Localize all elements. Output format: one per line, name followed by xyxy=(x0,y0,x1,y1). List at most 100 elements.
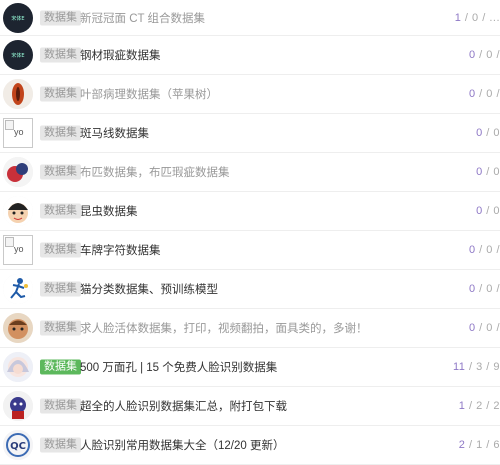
topic-row[interactable]: 宋体E 数据集 新冠冠面 CT 组合数据集 1 / 0 / ... xyxy=(0,0,500,36)
stat-sep2: / xyxy=(486,400,490,412)
topic-stats: 0 / 0 xyxy=(476,127,500,139)
topic-title-link[interactable]: 人脸识别常用数据集大全（12/20 更新） xyxy=(80,437,284,453)
stat-sep1: / xyxy=(486,127,490,139)
stat-replies: 0 xyxy=(486,283,493,295)
category-tag[interactable]: 数据集 xyxy=(40,47,81,63)
topic-row[interactable]: QC 数据集 人脸识别常用数据集大全（12/20 更新） 2 / 1 / 6 xyxy=(0,426,500,465)
topic-row[interactable]: 数据集 叶部病理数据集（苹果树） 0 / 0 / xyxy=(0,75,500,114)
topic-title-link[interactable]: 超全的人脸识别数据集汇总，附打包下载 xyxy=(80,398,287,414)
topic-title-link[interactable]: 叶部病理数据集（苹果树） xyxy=(80,86,218,102)
avatar[interactable] xyxy=(3,313,33,343)
topic-row[interactable]: 数据集 求人脸活体数据集，打印，视频翻拍，面具类的，多谢！ 0 / 0 / xyxy=(0,309,500,348)
avatar[interactable]: yo xyxy=(3,235,33,265)
stat-views: 0 xyxy=(476,166,483,178)
topic-stats: 1 / 0 / ... xyxy=(455,12,500,24)
stat-sep2: / xyxy=(486,361,490,373)
stat-extra: 2 xyxy=(493,400,500,412)
stat-views: 11 xyxy=(452,361,466,373)
topic-row[interactable]: 数据集 布匹数据集，布匹瑕疵数据集 0 / 0 xyxy=(0,153,500,192)
category-tag[interactable]: 数据集 xyxy=(40,359,81,375)
topic-title-link[interactable]: 求人脸活体数据集，打印，视频翻拍，面具类的，多谢！ xyxy=(80,320,368,336)
stat-views: 0 xyxy=(468,244,476,256)
stat-views: 1 xyxy=(458,400,466,412)
avatar[interactable] xyxy=(3,79,33,109)
category-tag[interactable]: 数据集 xyxy=(40,398,81,414)
stat-views: 1 xyxy=(454,11,462,24)
avatar-alt-text: yo xyxy=(14,244,24,254)
topic-title-link[interactable]: 500 万面孔 | 15 个免费人脸识别数据集 xyxy=(80,359,277,375)
topic-title-link[interactable]: 斑马线数据集 xyxy=(80,125,149,141)
category-tag[interactable]: 数据集 xyxy=(40,437,81,453)
stat-sep1: / xyxy=(479,283,483,295)
stat-replies: 3 xyxy=(476,361,483,373)
stat-sep2: / xyxy=(496,322,500,334)
stat-replies: 0 xyxy=(472,11,479,24)
stat-sep1: / xyxy=(486,205,490,217)
avatar[interactable]: 宋体E xyxy=(3,40,33,70)
stat-replies: 0 xyxy=(486,49,493,61)
stat-extra: 6 xyxy=(493,439,500,451)
avatar[interactable]: 宋体E xyxy=(3,2,33,33)
stat-views: 0 xyxy=(476,205,483,217)
broken-image-icon xyxy=(5,120,14,130)
topic-stats: 0 / 0 / xyxy=(469,322,500,334)
stat-replies: 0 xyxy=(486,88,493,100)
stat-views: 0 xyxy=(468,283,476,295)
category-tag[interactable]: 数据集 xyxy=(40,281,81,297)
avatar[interactable] xyxy=(3,352,33,382)
svg-text:宋体E: 宋体E xyxy=(11,15,24,22)
topic-title-link[interactable]: 钢材瑕疵数据集 xyxy=(80,47,161,63)
category-tag[interactable]: 数据集 xyxy=(40,125,81,141)
stat-sep1: / xyxy=(479,322,483,334)
stat-views: 0 xyxy=(468,322,476,334)
topic-row[interactable]: yo 数据集 车牌字符数据集 0 / 0 / xyxy=(0,231,500,270)
topic-row[interactable]: yo 数据集 斑马线数据集 0 / 0 xyxy=(0,114,500,153)
topic-title-link[interactable]: 猫分类数据集、预训练模型 xyxy=(80,281,218,297)
stat-extra: 9 xyxy=(493,361,500,373)
stat-sep2: / xyxy=(486,439,490,451)
avatar[interactable] xyxy=(3,157,33,187)
topic-row[interactable]: 宋体E 数据集 钢材瑕疵数据集 0 / 0 / xyxy=(0,36,500,75)
avatar[interactable] xyxy=(3,196,33,226)
topic-list: 宋体E 数据集 新冠冠面 CT 组合数据集 1 / 0 / ... 宋体E 数据集 钢材瑕… xyxy=(0,0,500,465)
topic-stats: 0 / 0 xyxy=(476,166,500,178)
topic-title-link[interactable]: 布匹数据集，布匹瑕疵数据集 xyxy=(80,164,230,180)
topic-row[interactable]: 数据集 猫分类数据集、预训练模型 0 / 0 / xyxy=(0,270,500,309)
category-tag[interactable]: 数据集 xyxy=(40,164,81,180)
broken-image-icon xyxy=(5,237,14,247)
stat-sep2: / xyxy=(496,49,500,61)
topic-row[interactable]: 数据集 500 万面孔 | 15 个免费人脸识别数据集 11 / 3 / 9 xyxy=(0,348,500,387)
topic-title-link[interactable]: 昆虫数据集 xyxy=(80,203,138,219)
category-tag[interactable]: 数据集 xyxy=(40,86,81,102)
topic-stats: 1 / 2 / 2 xyxy=(459,400,500,412)
topic-stats: 0 / 0 / xyxy=(469,49,500,61)
category-tag[interactable]: 数据集 xyxy=(40,10,81,25)
stat-sep1: / xyxy=(468,361,473,373)
avatar[interactable]: QC xyxy=(3,430,33,460)
topic-row[interactable]: 数据集 超全的人脸识别数据集汇总，附打包下载 1 / 2 / 2 xyxy=(0,387,500,426)
svg-text:宋体E: 宋体E xyxy=(11,52,24,59)
stat-replies: 0 xyxy=(486,244,493,256)
topic-title-link[interactable]: 新冠冠面 CT 组合数据集 xyxy=(80,10,205,26)
topic-stats: 0 / 0 / xyxy=(469,88,500,100)
stat-sep2: / xyxy=(496,88,500,100)
stat-sep1: / xyxy=(486,166,490,178)
topic-stats: 0 / 0 / xyxy=(469,283,500,295)
category-tag[interactable]: 数据集 xyxy=(40,203,81,219)
stat-sep1: / xyxy=(468,400,473,412)
category-tag[interactable]: 数据集 xyxy=(40,242,81,258)
avatar[interactable] xyxy=(3,274,33,304)
stat-sep1: / xyxy=(464,11,469,24)
avatar-alt-text: yo xyxy=(14,127,24,137)
stat-sep2: / xyxy=(496,244,500,256)
stat-replies: 0 xyxy=(493,205,500,217)
stat-views: 2 xyxy=(458,439,466,451)
category-tag[interactable]: 数据集 xyxy=(40,320,81,336)
stat-replies: 0 xyxy=(493,166,500,178)
avatar[interactable]: yo xyxy=(3,118,33,148)
stat-sep1: / xyxy=(479,244,483,256)
stat-views: 0 xyxy=(476,127,483,139)
topic-title-link[interactable]: 车牌字符数据集 xyxy=(80,242,161,258)
avatar[interactable] xyxy=(3,391,33,421)
topic-row[interactable]: 数据集 昆虫数据集 0 / 0 xyxy=(0,192,500,231)
